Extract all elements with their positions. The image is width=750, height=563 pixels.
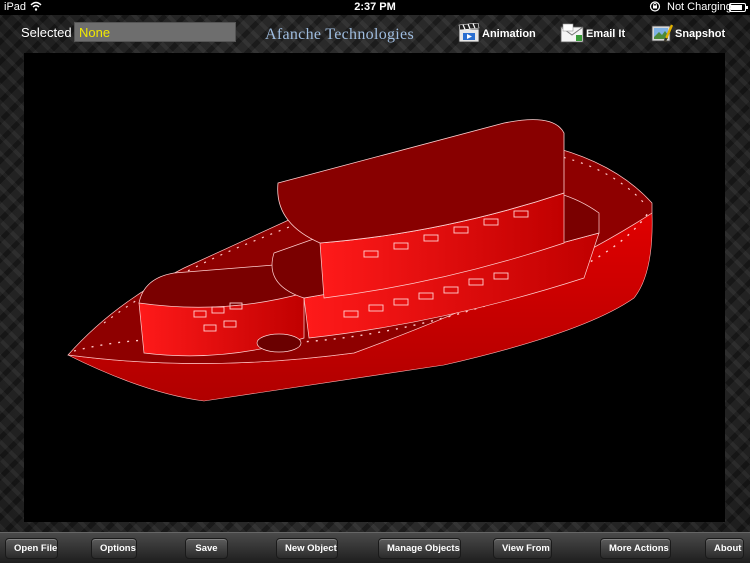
status-bar: iPad 2:37 PM Not Charging <box>0 0 750 15</box>
options-button[interactable]: Options <box>91 538 137 559</box>
email-label: Email It <box>586 28 626 40</box>
lock-rotation-icon <box>649 1 661 15</box>
bottom-toolbar: Open File Options Save New Object Manage… <box>0 532 750 563</box>
boat-model[interactable] <box>24 53 725 522</box>
deck-hatch <box>256 333 302 353</box>
brand-title: Afanche Technologies <box>265 26 414 43</box>
email-button[interactable]: Email It <box>560 22 625 46</box>
animation-label: Animation <box>482 28 536 40</box>
about-button[interactable]: About <box>705 538 744 559</box>
charging-status: Not Charging <box>667 1 732 13</box>
camera-icon <box>651 23 674 46</box>
model-viewport[interactable] <box>24 53 725 522</box>
battery-level <box>731 5 742 10</box>
open-file-button[interactable]: Open File <box>5 538 58 559</box>
snapshot-label: Snapshot <box>675 28 726 40</box>
new-object-button[interactable]: New Object <box>276 538 338 559</box>
selected-label: Selected <box>21 25 72 40</box>
animation-button[interactable]: Animation <box>458 22 536 46</box>
manage-objects-button[interactable]: Manage Objects <box>378 538 461 559</box>
snapshot-button[interactable]: Snapshot <box>651 22 725 46</box>
view-from-button[interactable]: View From <box>493 538 552 559</box>
clock: 2:37 PM <box>354 1 396 13</box>
battery-icon <box>729 3 748 12</box>
clapperboard-icon <box>458 22 480 46</box>
more-actions-button[interactable]: More Actions <box>600 538 671 559</box>
selected-object-field[interactable]: None <box>74 22 236 42</box>
envelope-icon <box>560 23 584 46</box>
save-button[interactable]: Save <box>185 538 228 559</box>
